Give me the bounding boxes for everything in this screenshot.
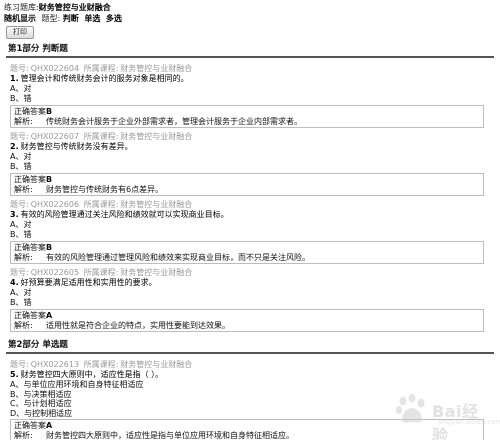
question-number: 2. (10, 142, 19, 151)
library-line: 练习题库:财务管控与业财融合 (4, 2, 494, 13)
course-name: 财务管控与业财融合 (120, 200, 193, 209)
answer-box: 正确答案:B 解析: 财务管控与传统财务有6点差异。 (10, 173, 484, 196)
course-label: 所属课程: (83, 64, 119, 73)
question-meta: 题号: QHX022604 所属课程: 财务管控与业财融合 (10, 64, 494, 74)
question-text: 管理会计和传统财务会计的服务对象是相同的。 (20, 74, 189, 83)
answer-label: 正确答案: (14, 421, 49, 430)
id-label: 题号: (10, 268, 29, 277)
course-label: 所属课程: (83, 268, 119, 277)
answer-value: B (46, 243, 53, 252)
answer-value: B (46, 175, 53, 184)
question-number: 1. (10, 74, 19, 83)
question-meta: 题号: QHX022607 所属课程: 财务管控与业财融合 (10, 132, 494, 142)
question-id: QHX022607 (30, 132, 80, 141)
section-title: 第1部分 判断题 (8, 44, 68, 54)
type-single: 单选 (84, 14, 101, 23)
analysis-label: 解析: (14, 116, 33, 126)
question-id: QHX022605 (30, 268, 80, 277)
analysis-text: 传统财务会计服务于企业外部需求者，管理会计服务于企业内部需求者。 (46, 116, 302, 126)
watermark-url: jingyan.baidu.com (438, 418, 500, 426)
question-text: 有效的风险管理通过关注风险和绩效就可以实现商业目标。 (20, 210, 229, 219)
library-name: 财务管控与业财融合 (38, 3, 111, 12)
question-meta: 题号: QHX022605 所属课程: 财务管控与业财融合 (10, 268, 494, 278)
question-stem: 5. 财务管控四大原则中，适应性是指（ ）。 (10, 370, 494, 380)
course-name: 财务管控与业财融合 (120, 268, 193, 277)
answer-value: A (46, 421, 53, 430)
type-label: 题型: (41, 14, 61, 23)
analysis-label: 解析: (14, 184, 33, 194)
option-a: A、对 (10, 152, 32, 161)
course-label: 所属课程: (83, 360, 119, 369)
section-divider (6, 352, 494, 354)
section-title: 第2部分 单选题 (8, 340, 68, 350)
section-judgement: 第1部分 判断题 (6, 44, 494, 58)
option-b: B、错 (10, 297, 32, 307)
type-judge: 判断 (62, 14, 79, 23)
question-block: 题号: QHX022606 所属课程: 财务管控与业财融合 3. 有效的风险管理通过关… (10, 200, 494, 264)
display-mode: 随机显示 (4, 14, 36, 23)
answer-value: B (46, 107, 53, 116)
id-label: 题号: (10, 64, 29, 73)
question-block: 题号: QHX022605 所属课程: 财务管控与业财融合 4. 好预算要满足适用性和… (10, 268, 494, 332)
question-number: 4. (10, 278, 19, 287)
question-stem: 4. 好预算要满足适用性和实用性的要求。 (10, 278, 494, 288)
option-b: B、错 (10, 229, 32, 239)
answer-label: 正确答案: (14, 107, 49, 116)
question-id: QHX022613 (30, 360, 80, 369)
paw-logo-icon (396, 394, 425, 423)
section-single-choice: 第2部分 单选题 (6, 340, 494, 354)
analysis-text: 财务管控四大原则中，适应性是指与单位应用环境和自身特征相适应。 (46, 430, 294, 440)
question-id: QHX022606 (30, 200, 80, 209)
type-multi: 多选 (105, 14, 122, 23)
option-b: B、错 (10, 93, 32, 103)
page-header: 练习题库:财务管控与业财融合 随机显示 题型: 判断 单选 多选 (4, 2, 494, 24)
answer-box: 正确答案:B 解析: 有效的风险管理通过管理风险和绩效来实现商业目标，而不只是关注… (10, 241, 484, 264)
question-text: 财务管控与传统财务没有差异。 (20, 142, 133, 151)
question-stem: 3. 有效的风险管理通过关注风险和绩效就可以实现商业目标。 (10, 210, 494, 220)
option-a: A、对 (10, 84, 32, 93)
analysis-text: 财务管控与传统财务有6点差异。 (46, 184, 164, 194)
analysis-label: 解析: (14, 430, 33, 440)
answer-box: 正确答案:B 解析: 传统财务会计服务于企业外部需求者，管理会计服务于企业内部需求… (10, 105, 484, 128)
question-stem: 1. 管理会计和传统财务会计的服务对象是相同的。 (10, 74, 494, 84)
analysis-text: 有效的风险管理通过管理风险和绩效来实现商业目标，而不只是关注风险。 (46, 252, 310, 262)
id-label: 题号: (10, 132, 29, 141)
question-id: QHX022604 (30, 64, 80, 73)
course-name: 财务管控与业财融合 (120, 64, 193, 73)
answer-value: A (46, 311, 53, 320)
course-label: 所属课程: (83, 132, 119, 141)
question-meta: 题号: QHX022606 所属课程: 财务管控与业财融合 (10, 200, 494, 210)
question-block: 题号: QHX022604 所属课程: 财务管控与业财融合 1. 管理会计和传统财务会… (10, 64, 494, 128)
course-label: 所属课程: (83, 200, 119, 209)
question-meta: 题号: QHX022613 所属课程: 财务管控与业财融合 (10, 360, 494, 370)
section-divider (6, 56, 494, 58)
option-a: A、对 (10, 288, 32, 297)
question-number: 5. (10, 370, 19, 379)
id-label: 题号: (10, 360, 29, 369)
baidu-jingyan-watermark: Bai经验 jingyan.baidu.com (392, 388, 500, 440)
analysis-text: 适用性就是符合企业的特点，实用性要能到达效果。 (46, 320, 230, 330)
question-block: 题号: QHX022607 所属课程: 财务管控与业财融合 2. 财务管控与传统财务没… (10, 132, 494, 196)
question-text: 财务管控四大原则中，适应性是指（ ）。 (20, 370, 164, 379)
question-text: 好预算要满足适用性和实用性的要求。 (20, 278, 157, 287)
print-button[interactable]: 打印 (6, 26, 34, 39)
analysis-label: 解析: (14, 320, 33, 330)
course-name: 财务管控与业财融合 (120, 360, 193, 369)
question-stem: 2. 财务管控与传统财务没有差异。 (10, 142, 494, 152)
library-label: 练习题库: (4, 3, 39, 12)
course-name: 财务管控与业财融合 (120, 132, 193, 141)
option-b: B、错 (10, 161, 32, 171)
filter-line: 随机显示 题型: 判断 单选 多选 (4, 13, 494, 24)
answer-label: 正确答案: (14, 243, 49, 252)
question-number: 3. (10, 210, 19, 219)
option-a: A、对 (10, 220, 32, 229)
analysis-label: 解析: (14, 252, 33, 262)
id-label: 题号: (10, 200, 29, 209)
answer-box: 正确答案:A 解析: 适用性就是符合企业的特点，实用性要能到达效果。 (10, 309, 484, 332)
answer-label: 正确答案: (14, 311, 49, 320)
answer-label: 正确答案: (14, 175, 49, 184)
